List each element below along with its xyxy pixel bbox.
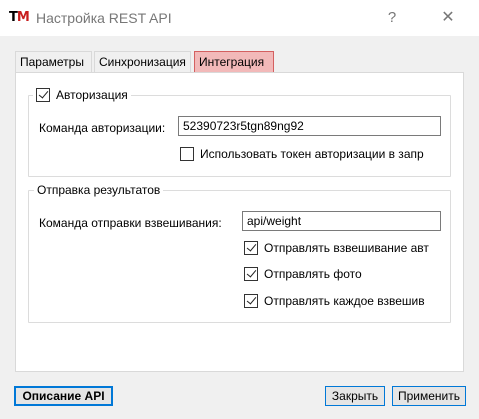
window-title: Настройка REST API — [36, 10, 172, 26]
help-button[interactable]: ? — [380, 6, 404, 30]
send-option-auto[interactable]: Отправлять взвешивание авт — [244, 241, 441, 255]
app-logo-icon: TM — [9, 10, 30, 25]
send-option-photo[interactable]: Отправлять фото — [244, 267, 441, 281]
api-description-button[interactable]: Описание API — [14, 386, 113, 406]
send-auto-checkbox[interactable] — [244, 241, 258, 255]
send-command-label: Команда отправки взвешивания: — [39, 216, 222, 230]
send-command-input[interactable]: api/weight — [242, 211, 441, 231]
apply-button[interactable]: Применить — [392, 386, 466, 406]
send-option-each[interactable]: Отправлять каждое взвешив — [244, 294, 441, 308]
auth-group: Авторизация Команда авторизации: 5239072… — [28, 87, 451, 177]
use-token-label: Использовать токен авторизации в запр — [200, 147, 424, 161]
close-button[interactable]: Закрыть — [325, 386, 385, 406]
send-results-legend: Отправка результатов — [34, 182, 164, 198]
title-bar: TM Настройка REST API ? ✕ — [0, 0, 479, 36]
auth-enabled-label: Авторизация — [56, 88, 128, 102]
tab-integration[interactable]: Интеграция — [194, 51, 274, 73]
close-window-button[interactable]: ✕ — [436, 6, 460, 30]
auth-command-input[interactable]: 52390723r5tgn89ng92 — [178, 116, 441, 136]
use-token-option[interactable]: Использовать токен авторизации в запр — [180, 147, 441, 161]
auth-group-legend: Авторизация — [33, 87, 131, 103]
auth-enabled-checkbox[interactable] — [36, 88, 50, 102]
send-each-label: Отправлять каждое взвешив — [264, 294, 425, 308]
send-results-group: Отправка результатов Команда отправки вз… — [28, 182, 451, 323]
tab-parameters[interactable]: Параметры — [15, 51, 92, 73]
tab-panel-integration: Авторизация Команда авторизации: 5239072… — [15, 72, 464, 372]
send-photo-label: Отправлять фото — [264, 267, 362, 281]
send-auto-label: Отправлять взвешивание авт — [264, 241, 429, 255]
use-token-checkbox[interactable] — [180, 147, 194, 161]
auth-command-label: Команда авторизации: — [39, 121, 166, 135]
tab-synchronization[interactable]: Синхронизация — [94, 51, 191, 73]
send-each-checkbox[interactable] — [244, 294, 258, 308]
send-photo-checkbox[interactable] — [244, 267, 258, 281]
